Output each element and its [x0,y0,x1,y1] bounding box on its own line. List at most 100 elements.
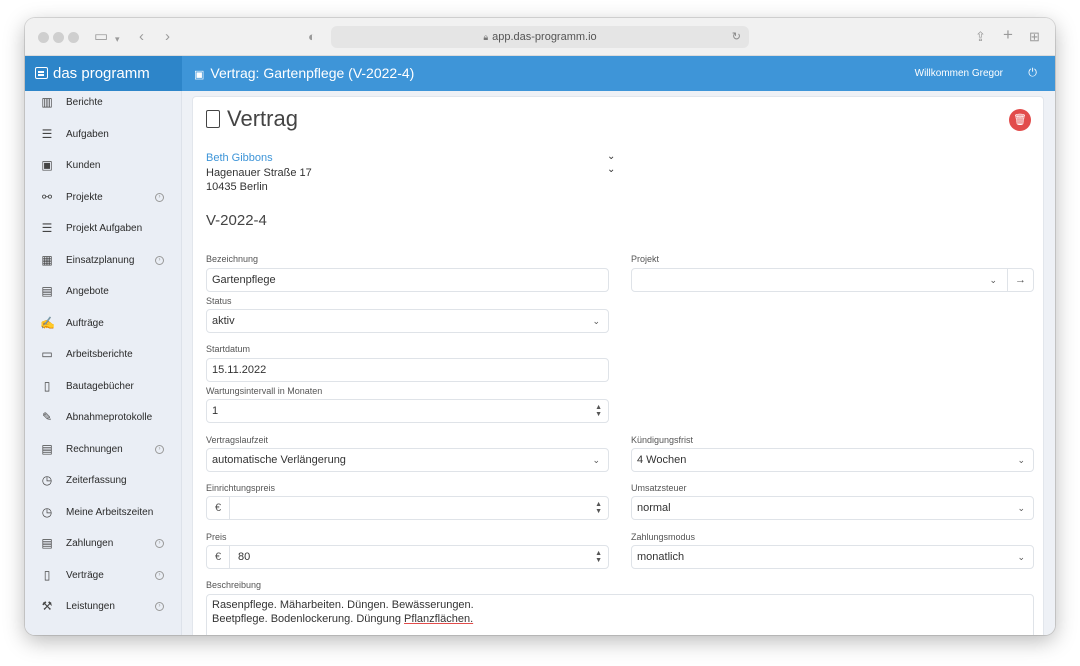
address-bar[interactable]: 🔒︎ app.das-programm.io ↻ [331,26,749,48]
chevron-down-icon[interactable]: ⌄ [607,151,615,162]
signature-icon: ✍ [40,315,55,330]
project-icon: ⚯ [41,189,53,204]
welcome-text[interactable]: Willkommen Gregor [915,56,1003,91]
einrichtungspreis-input[interactable]: € ▲ ▼ [206,496,609,520]
logo-icon [35,67,48,79]
umsatzsteuer-select[interactable]: normal ⌄ [631,496,1034,520]
grid-icon[interactable]: ⊞ [1029,27,1040,47]
chevron-left-icon[interactable]: ‹ [139,27,144,47]
minimize-window-button[interactable] [53,32,64,43]
delete-button[interactable]: 🗑︎ [1009,109,1031,131]
app-content: das programm ▣ Vertrag: Gartenpflege (V-2… [25,56,1055,635]
sidebar-item-label: Projekte [66,191,103,203]
plus-icon[interactable]: + [1003,25,1013,45]
preis-value: 80 [238,551,251,563]
sidebar-item[interactable]: ✎ Abnahmeprotokolle [25,402,181,433]
browser-window: ▭ ▾ ‹ › ◐ 🔒︎ app.das-programm.io ↻ ⇪ + ⊞ … [25,18,1055,635]
einrichtungspreis-label: Einrichtungspreis [206,483,276,493]
contract-icon: ▯ [43,567,51,582]
main-area: Vertrag 🗑︎ Beth Gibbons Hagenauer Straße… [182,91,1055,635]
preis-label: Preis [206,532,227,542]
chevron-down-icon[interactable]: ⌄ [607,164,615,175]
calculator-icon: ▤ [41,284,53,298]
url-text: app.das-programm.io [492,31,597,43]
chart-icon: ▥ [41,95,53,109]
power-icon[interactable]: ⏻ [1028,56,1037,91]
sidebar-icon[interactable]: ▭ [94,27,108,47]
contract-number: V-2022-4 [206,212,267,229]
expand-icon[interactable]: › [155,255,164,265]
customer-name-link[interactable]: Beth Gibbons [206,152,273,164]
brand[interactable]: das programm [25,56,182,91]
privacy-shield-icon[interactable]: ◐ [308,27,316,47]
beschreibung-line: Beetpflege. Bodenlockerung. Düngung Pfla… [212,612,1028,626]
app-header: das programm ▣ Vertrag: Gartenpflege (V-2… [25,56,1055,91]
share-icon[interactable]: ⇪ [975,27,986,47]
book-icon: ▯ [43,378,51,393]
page-title: ▣ Vertrag: Gartenpflege (V-2022-4) [194,56,414,93]
bezeichnung-input[interactable]: Gartenpflege [206,268,609,292]
expand-icon[interactable]: › [155,444,164,454]
close-window-button[interactable] [38,32,49,43]
sidebar-item[interactable]: ☰ Aufgaben [25,119,181,150]
page-heading: Vertrag [206,106,298,132]
sidebar-item[interactable]: ▤ Angebote [25,276,181,307]
expand-icon[interactable]: › [155,192,164,202]
preis-input[interactable]: €80 ▲ ▼ [206,545,609,569]
stepper-icon[interactable]: ▲ ▼ [595,501,602,515]
sidebar-item[interactable]: ✍ Aufträge [25,308,181,339]
sidebar-item[interactable]: ▯ Bautagebücher [25,371,181,402]
chevron-right-icon[interactable]: › [165,27,170,47]
umsatzsteuer-label: Umsatzsteuer [631,483,687,493]
sidebar-item[interactable]: ▤ Zahlungen › [25,528,181,559]
sidebar-item-label: Berichte [66,97,103,108]
beschreibung-textarea[interactable]: Rasenpflege. Mäharbeiten. Düngen. Bewäss… [206,594,1034,635]
sidebar-item[interactable]: ⚒ Leistungen › [25,591,181,622]
heading-text: Vertrag [227,106,298,131]
stepper-icon[interactable]: ▲ ▼ [595,404,602,418]
expand-icon[interactable]: › [155,602,164,611]
sidebar-item-label: Einsatzplanung [66,254,135,266]
sidebar-item[interactable]: ▦ Einsatzplanung › [25,245,181,276]
sidebar-item-label: Angebote [66,286,109,297]
wartungsintervall-input[interactable]: 1 ▲ ▼ [206,399,609,423]
sidebar-item[interactable]: ▣ Kunden [25,150,181,181]
sidebar-item[interactable]: ▭ Arbeitsberichte [25,339,181,370]
vertragslaufzeit-select[interactable]: automatische Verlängerung ⌄ [206,448,609,472]
sidebar-item[interactable]: ▯ Verträge › [25,560,181,591]
sidebar: ▥ Berichte ☰ Aufgaben ▣ Kunden ⚯ Projekte › ☰ Proj… [25,91,182,635]
edit-document-icon: ✎ [41,410,53,424]
stepper-icon[interactable]: ▲ ▼ [595,550,602,564]
zahlungsmodus-label: Zahlungsmodus [631,532,696,542]
projekt-select[interactable]: ⌄ → [631,268,1034,292]
zahlungsmodus-select[interactable]: monatlich ⌄ [631,545,1034,569]
expand-icon[interactable]: › [155,570,164,580]
chevron-down-icon: ⌄ [989,275,997,285]
beschreibung-label: Beschreibung [206,580,262,590]
open-project-button[interactable]: → [1007,269,1033,291]
status-value: aktiv [212,315,235,327]
sidebar-item[interactable]: ☰ Projekt Aufgaben [25,213,181,244]
customer-city: 10435 Berlin [206,181,268,193]
sidebar-item[interactable]: ◷ Zeiterfassung [25,465,181,496]
vertragslaufzeit-label: Vertragslaufzeit [206,435,269,445]
expand-icon[interactable]: › [155,539,164,548]
id-card-icon: ▭ [41,347,53,361]
sidebar-item[interactable]: ▥ Berichte [25,91,181,118]
reload-icon[interactable]: ↻ [732,26,741,48]
sidebar-item[interactable]: ▤ Rechnungen › [25,434,181,465]
chevron-down-icon[interactable]: ▾ [115,29,120,49]
page-title-text: Vertrag: Gartenpflege (V-2022-4) [210,65,415,81]
status-select[interactable]: aktiv ⌄ [206,309,609,333]
sidebar-item-label: Verträge [66,569,104,581]
kuendigungsfrist-select[interactable]: 4 Wochen ⌄ [631,448,1034,472]
sidebar-item[interactable]: ◷ Meine Arbeitszeiten [25,497,181,528]
chevron-down-icon: ⌄ [592,455,600,465]
startdatum-input[interactable]: 15.11.2022 [206,358,609,382]
invoice-icon: ▤ [41,441,53,456]
wartungsintervall-value: 1 [212,405,219,417]
wartungsintervall-label: Wartungsintervall in Monaten [206,386,323,396]
zahlungsmodus-value: monatlich [637,551,685,563]
sidebar-item[interactable]: ⚯ Projekte › [25,182,181,213]
zoom-window-button[interactable] [68,32,79,43]
